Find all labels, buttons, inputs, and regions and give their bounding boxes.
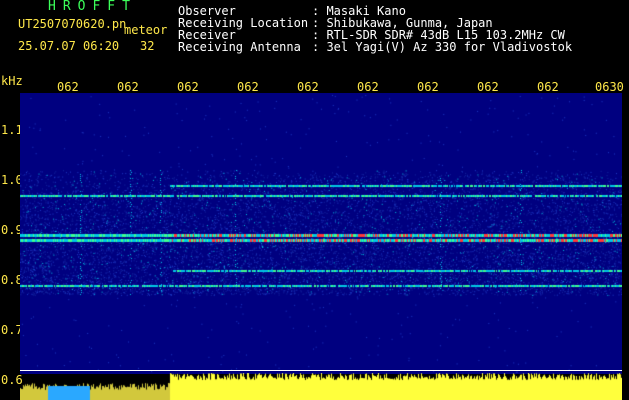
y-axis-unit: kHz [1,74,23,88]
antenna-label: Receiving Antenna [178,40,301,54]
meteor-count: 32 [140,39,155,53]
power-bar-strip [20,373,622,400]
x-tick-label: 062 [477,80,499,94]
x-tick-label: 062 [417,80,439,94]
baseline-divider [20,370,622,371]
date-time: 25.07.07 06:20 [18,39,120,53]
x-tick-label: 062 [537,80,559,94]
x-tick-label: 062 [117,80,139,94]
mode-label: meteor [124,23,168,37]
app-logo: HROFFT [48,0,137,14]
antenna-value: : 3el Yagi(V) Az 330 for Vladivostok [312,40,573,54]
x-tick-label: 0630 [595,80,624,94]
spectrogram-screen: { "header": { "logo": "HROFFT", "filenam… [0,0,629,400]
x-tick-label: 062 [237,80,259,94]
file-name: UT2507070620.pn [18,17,127,31]
x-tick-label: 062 [57,80,79,94]
x-tick-label: 062 [177,80,199,94]
spectrogram-plot [20,93,622,374]
x-tick-label: 062 [357,80,379,94]
x-tick-label: 062 [297,80,319,94]
